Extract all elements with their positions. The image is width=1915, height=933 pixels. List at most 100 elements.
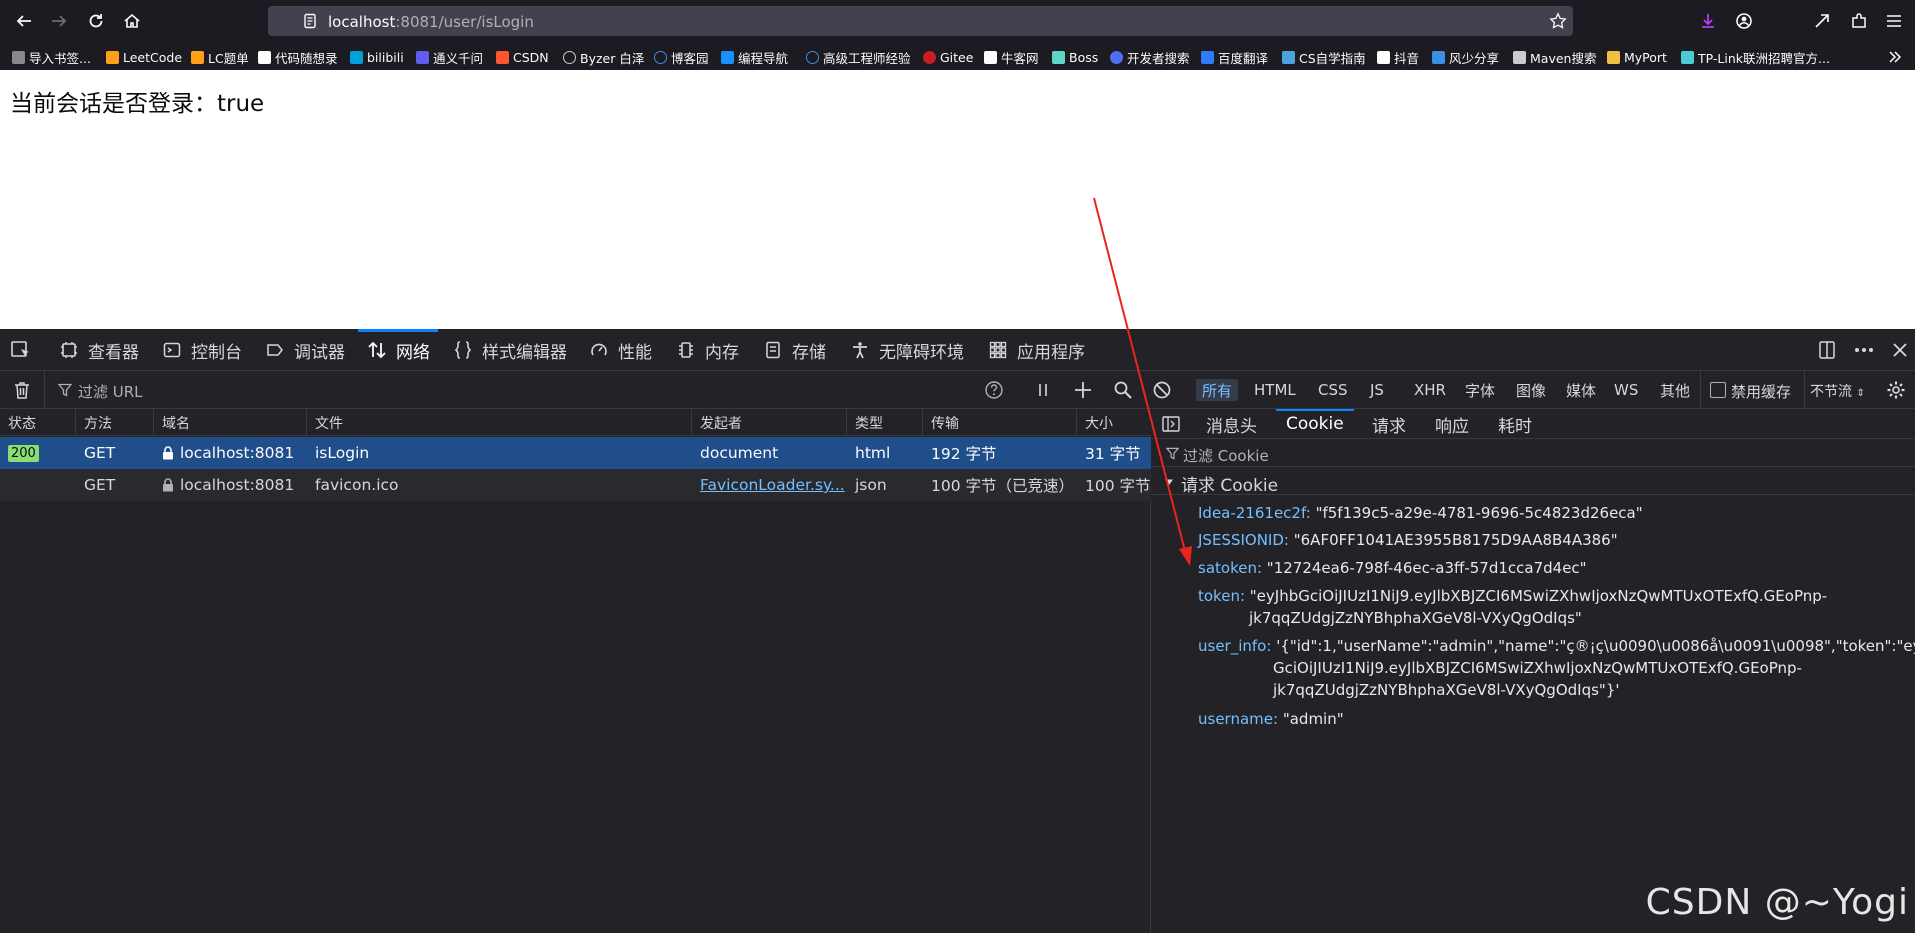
search-icon[interactable] [1113,380,1133,400]
column-header-type[interactable]: 类型 [847,409,923,436]
cookie-section-header[interactable]: 请求 Cookie [1152,467,1915,496]
tab-storage[interactable]: 存储 [762,329,826,371]
forward-icon[interactable] [47,10,71,32]
tab-performance[interactable]: 性能 [588,329,652,371]
tab-debugger[interactable]: 调试器 [264,329,345,371]
downloads-icon[interactable] [1696,10,1720,32]
column-header-domain[interactable]: 域名 [154,409,307,436]
dock-side-icon[interactable] [1817,329,1837,371]
filter-all[interactable]: 所有 [1196,379,1239,401]
column-header-status[interactable]: 状态 [0,409,76,436]
bookmark-item[interactable]: bilibili [350,48,404,66]
page-info-icon[interactable] [302,13,318,29]
tab-network[interactable]: 网络 [358,329,438,371]
bookmark-star-icon[interactable] [1549,12,1567,30]
reload-icon[interactable] [84,10,108,32]
extensions-icon[interactable] [1847,10,1871,32]
bookmark-item[interactable]: TP-Link联洲招聘官方... [1681,48,1830,66]
bookmark-item[interactable]: CSDN [496,48,549,66]
filter-images[interactable]: 图像 [1510,379,1552,401]
url-bar[interactable]: localhost:8081/user/isLogin [268,6,1573,36]
settings-gear-icon[interactable] [1886,380,1906,400]
home-icon[interactable] [120,10,144,32]
filter-media[interactable]: 媒体 [1560,379,1602,401]
tab-headers[interactable]: 消息头 [1206,409,1257,439]
cookie-row[interactable]: user_info: '{"id":1,"userName":"admin","… [1198,635,1915,657]
pause-icon[interactable] [1034,381,1052,399]
table-row[interactable]: GET localhost:8081 favicon.ico FaviconLo… [0,469,1151,501]
bookmark-item[interactable]: 高级工程师经验 [806,48,911,66]
bookmark-item[interactable]: MyPort [1607,48,1667,66]
element-picker-icon[interactable] [10,329,32,371]
cookie-filter-input[interactable]: 过滤 Cookie [1183,445,1269,466]
filter-fonts[interactable]: 字体 [1459,379,1501,401]
more-options-icon[interactable] [1853,329,1875,371]
cookie-row[interactable]: token: "eyJhbGciOiJIUzI1NiJ9.eyJlbXBJZCI… [1198,585,1827,607]
bookmark-item[interactable]: Boss [1052,48,1098,66]
menu-icon[interactable] [1882,10,1906,32]
clear-trash-icon[interactable] [12,380,32,400]
help-icon[interactable] [984,380,1004,400]
bookmark-item[interactable]: 牛客网 [984,48,1039,66]
bookmark-item[interactable]: Byzer 白泽 [563,48,644,66]
filter-html[interactable]: HTML [1248,379,1302,401]
bookmark-item[interactable]: 百度翻译 [1201,48,1268,66]
bookmark-item[interactable]: 代码随想录 [258,48,338,66]
url-text[interactable]: localhost:8081/user/isLogin [328,13,534,31]
column-header-initiator[interactable]: 发起者 [692,409,847,436]
bookmark-item[interactable]: 编程导航 [721,48,788,66]
bookmark-icon [1432,50,1445,64]
throttle-select[interactable]: 不节流 ⇕ [1810,381,1865,401]
tab-memory[interactable]: 内存 [675,329,739,371]
bookmark-item[interactable]: 博客园 [654,48,709,66]
type-cell: html [855,444,891,462]
bookmarks-overflow-icon[interactable] [1888,48,1902,66]
tab-style-editor[interactable]: 样式编辑器 [452,329,567,371]
bookmark-item[interactable]: Maven搜索 [1513,48,1596,66]
filter-xhr[interactable]: XHR [1408,379,1452,401]
filter-css[interactable]: CSS [1312,379,1354,401]
view-history-icon[interactable] [1810,10,1834,32]
tab-accessibility[interactable]: 无障碍环境 [849,329,964,371]
tab-response[interactable]: 响应 [1435,409,1469,439]
bilibili-icon [350,50,363,64]
leetcode-icon [191,50,204,64]
back-icon[interactable] [12,10,36,32]
cookie-row[interactable]: Idea-2161ec2f: "f5f139c5-a29e-4781-9696-… [1198,502,1643,524]
cookie-row[interactable]: satoken: "12724ea6-798f-46ec-a3ff-57d1cc… [1198,557,1587,579]
bookmark-item[interactable]: CS自学指南 [1282,48,1366,66]
tab-console[interactable]: 控制台 [161,329,242,371]
filter-ws[interactable]: WS [1608,379,1644,401]
bookmark-item[interactable]: Gitee [923,48,973,66]
initiator-link[interactable]: FaviconLoader.sy... [700,476,845,494]
add-block-icon[interactable] [1073,380,1093,400]
cookie-row[interactable]: JSESSIONID: "6AF0FF1041AE3955B8175D9AA8B… [1198,529,1618,551]
filter-js[interactable]: JS [1364,379,1390,401]
tab-timings[interactable]: 耗时 [1498,409,1532,439]
bookmark-item[interactable]: 抖音 [1377,48,1419,66]
bookmark-item[interactable]: LC题单 [191,48,249,66]
tab-inspector[interactable]: 查看器 [58,329,139,371]
disable-cache-checkbox[interactable] [1710,382,1726,398]
table-row[interactable]: 200 GET localhost:8081 isLogin document … [0,437,1151,469]
column-header-method[interactable]: 方法 [76,409,154,436]
close-devtools-icon[interactable] [1891,329,1909,371]
column-header-transferred[interactable]: 传输 [923,409,1077,436]
cookie-section-title: 请求 Cookie [1181,476,1279,496]
bookmark-item[interactable]: LeetCode [106,48,182,66]
column-header-size[interactable]: 大小 [1077,409,1151,436]
account-icon[interactable] [1732,10,1756,32]
column-header-file[interactable]: 文件 [307,409,692,436]
bookmark-item[interactable]: 导入书签... [12,48,91,66]
tab-request[interactable]: 请求 [1372,409,1406,439]
toggle-sidebar-icon[interactable] [1162,416,1180,432]
filter-url-input[interactable]: 过滤 URL [78,381,143,402]
bookmark-item[interactable]: 通义千问 [416,48,483,66]
bookmark-item[interactable]: 开发者搜索 [1110,48,1190,66]
cookie-row[interactable]: username: "admin" [1198,708,1344,730]
block-icon[interactable] [1152,380,1172,400]
bookmark-item[interactable]: 风少分享 [1432,48,1499,66]
tab-application[interactable]: 应用程序 [987,329,1085,371]
filter-other[interactable]: 其他 [1654,379,1696,401]
tab-cookie[interactable]: Cookie [1276,409,1354,439]
